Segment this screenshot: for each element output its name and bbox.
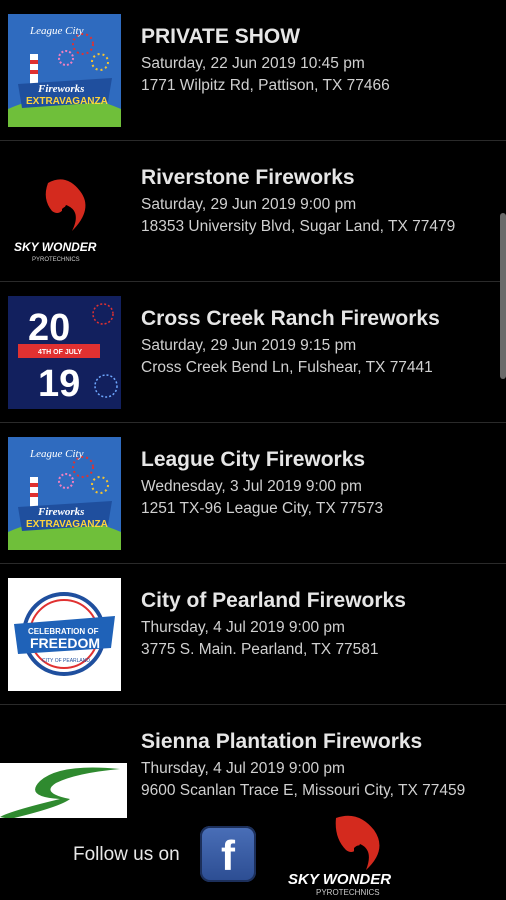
event-date: Saturday, 22 Jun 2019 10:45 pm: [141, 55, 365, 72]
svg-text:EXTRAVAGANZA: EXTRAVAGANZA: [26, 519, 108, 530]
fireworks-extravaganza-thumbnail: League City Fireworks EXTRAVAGANZA: [8, 437, 121, 550]
svg-text:4TH OF JULY: 4TH OF JULY: [38, 349, 82, 356]
fireworks-extravaganza-thumbnail: League City Fireworks EXTRAVAGANZA: [8, 14, 121, 127]
svg-text:CITY OF PEARLAND: CITY OF PEARLAND: [42, 658, 90, 664]
event-address: 1771 Wilpitz Rd, Pattison, TX 77466: [141, 77, 390, 94]
july-2019-thumbnail: 20 4TH OF JULY 19: [8, 296, 121, 409]
svg-text:PYROTECHNICS: PYROTECHNICS: [32, 257, 80, 263]
sky-wonder-thumbnail: SKY WONDER PYROTECHNICS: [8, 155, 121, 268]
event-address: Cross Creek Bend Ln, Fulshear, TX 77441: [141, 359, 433, 376]
svg-text:20: 20: [28, 307, 70, 349]
event-date: Saturday, 29 Jun 2019 9:15 pm: [141, 337, 357, 354]
event-item[interactable]: League City Fireworks EXTRAVAGANZA PRIVA…: [0, 0, 506, 141]
svg-text:PYROTECHNICS: PYROTECHNICS: [316, 888, 380, 897]
svg-text:Fireworks: Fireworks: [37, 83, 84, 95]
svg-text:League City: League City: [29, 448, 84, 460]
event-title: Cross Creek Ranch Fireworks: [141, 307, 440, 330]
event-date: Thursday, 4 Jul 2019 9:00 pm: [141, 760, 345, 777]
scrollbar[interactable]: [500, 213, 506, 379]
event-date: Thursday, 4 Jul 2019 9:00 pm: [141, 619, 345, 636]
event-item[interactable]: Sienna Plantation Fireworks Thursday, 4 …: [0, 705, 506, 818]
celebration-of-freedom-thumbnail: CELEBRATION OF FREEDOM CITY OF PEARLAND: [8, 578, 121, 691]
event-date: Wednesday, 3 Jul 2019 9:00 pm: [141, 478, 362, 495]
svg-text:FREEDOM: FREEDOM: [30, 635, 100, 651]
event-item[interactable]: SKY WONDER PYROTECHNICS Riverstone Firew…: [0, 141, 506, 282]
sienna-thumbnail: [0, 719, 127, 818]
svg-text:SKY WONDER: SKY WONDER: [288, 871, 391, 888]
facebook-button[interactable]: f: [200, 826, 256, 882]
event-title: League City Fireworks: [141, 448, 366, 471]
follow-us-label: Follow us on: [73, 844, 180, 865]
event-item[interactable]: CELEBRATION OF FREEDOM CITY OF PEARLAND …: [0, 564, 506, 705]
event-item[interactable]: 20 4TH OF JULY 19 Cross Creek Ranch Fire…: [0, 282, 506, 423]
event-address: 3775 S. Main. Pearland, TX 77581: [141, 641, 379, 658]
event-title: Riverstone Fireworks: [141, 166, 355, 189]
svg-text:SKY WONDER: SKY WONDER: [14, 240, 97, 254]
event-item[interactable]: League City Fireworks EXTRAVAGANZA Leagu…: [0, 423, 506, 564]
event-address: 1251 TX-96 League City, TX 77573: [141, 500, 384, 517]
event-address: 18353 University Blvd, Sugar Land, TX 77…: [141, 218, 456, 235]
svg-text:EXTRAVAGANZA: EXTRAVAGANZA: [26, 96, 108, 107]
facebook-icon: f: [221, 832, 235, 879]
event-title: PRIVATE SHOW: [141, 25, 301, 48]
event-date: Saturday, 29 Jun 2019 9:00 pm: [141, 196, 357, 213]
svg-text:Fireworks: Fireworks: [37, 506, 84, 518]
event-title: Sienna Plantation Fireworks: [141, 730, 423, 753]
events-list[interactable]: League City Fireworks EXTRAVAGANZA PRIVA…: [0, 0, 506, 818]
svg-text:League City: League City: [29, 25, 84, 37]
svg-text:19: 19: [38, 363, 80, 405]
event-address: 9600 Scanlan Trace E, Missouri City, TX …: [141, 782, 466, 799]
sky-wonder-logo[interactable]: SKY WONDER PYROTECHNICS: [284, 812, 440, 898]
event-title: City of Pearland Fireworks: [141, 589, 406, 612]
